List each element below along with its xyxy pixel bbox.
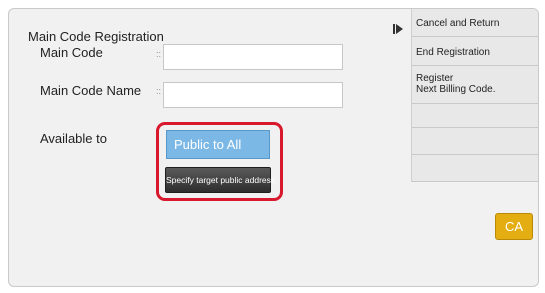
main-code-separator: :: (156, 49, 162, 59)
main-code-field[interactable] (163, 44, 343, 70)
end-registration-button[interactable]: End Registration (412, 37, 538, 66)
page-title: Main Code Registration (28, 29, 164, 44)
side-menu-empty-3 (412, 155, 538, 182)
ca-button[interactable]: CA (495, 213, 533, 240)
collapse-arrow-icon (393, 24, 403, 34)
main-code-name-separator: :: (156, 86, 162, 96)
main-code-name-field[interactable] (163, 82, 343, 108)
specify-target-address-button[interactable]: Specify target public address (165, 167, 275, 193)
collapse-panel-button[interactable] (388, 15, 410, 43)
side-menu: Cancel and Return End Registration Regis… (411, 9, 538, 182)
main-code-label: Main Code (40, 45, 103, 60)
cancel-and-return-button[interactable]: Cancel and Return (412, 9, 538, 37)
available-to-label: Available to (40, 131, 107, 146)
side-menu-empty-1 (412, 104, 538, 128)
registration-screen: Main Code Registration Main Code :: Main… (8, 8, 539, 287)
public-to-all-button[interactable]: Public to All (166, 130, 270, 159)
side-menu-empty-2 (412, 128, 538, 155)
main-code-name-label: Main Code Name (40, 83, 142, 98)
register-next-billing-code-button[interactable]: Register Next Billing Code. (412, 66, 538, 104)
